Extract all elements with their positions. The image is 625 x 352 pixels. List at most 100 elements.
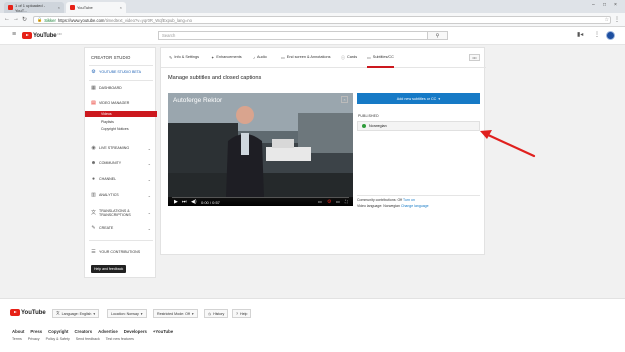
notifications-icon[interactable]: ⋮ [594,31,600,38]
published-heading: PUBLISHED [358,114,379,118]
progress-bar[interactable] [172,197,349,198]
language-button[interactable]: 文 Language: English ▾ [52,309,100,318]
sidebar-subitem-videos[interactable]: Videos [85,111,157,117]
footer-link-policy[interactable]: Policy & Safety [46,337,70,341]
end-screen-icon: ▭ [281,55,285,60]
close-tab-icon[interactable]: × [120,5,122,10]
community-label: Community contributions: Off [357,198,403,202]
search-button[interactable]: ⚲ [428,31,448,40]
chevron-down-icon: ▾ [140,311,143,316]
sidebar-subitem-playlists[interactable]: Playlists [85,119,157,125]
footer-link-terms[interactable]: Terms [12,337,22,341]
settings-icon[interactable]: ⚙ [327,199,331,205]
add-subtitles-button[interactable]: Add new subtitles or CC ▾ [357,93,480,104]
close-tab-icon[interactable]: × [58,5,60,10]
url-text: https://www.youtube.com/timedtext_video?… [58,18,192,23]
maximize-icon[interactable]: □ [603,2,606,8]
video-language-label: Video language: Norwegian [357,204,400,208]
tab-audio[interactable]: ♪ Audio [253,55,267,68]
subtitle-language-row[interactable]: Norwegian [357,121,480,131]
sidebar-item-dashboard[interactable]: ▦ DASHBOARD [85,83,157,93]
sidebar-item-label: YOUTUBE STUDIO BETA [99,70,142,74]
secure-label: Sikker [44,17,56,23]
play-icon[interactable]: ▶ [174,199,178,205]
tab-cards[interactable]: ⓘ Cards [341,55,357,68]
footer-link-copyright[interactable]: Copyright [48,329,68,334]
footer-link-privacy[interactable]: Privacy [28,337,40,341]
tab-label: Audio [257,55,267,59]
browser-tab-title: 1 of 1 uploaded - YouT... [15,2,46,13]
youtube-play-icon [10,309,20,316]
video-language: Video language: Norwegian Change languag… [357,204,429,208]
chevron-down-icon: ⌄ [147,192,151,198]
sidebar-item-label: TRANSLATIONS & TRANSCRIPTIONS [99,208,131,218]
tab-info-settings[interactable]: ✎ Info & Settings [169,55,199,68]
help-feedback-button[interactable]: Help and feedback [91,265,127,273]
channel-icon: ● [91,176,96,182]
search-input[interactable]: Search [158,31,428,40]
footer-link-advertise[interactable]: Advertise [98,329,118,334]
change-language-link[interactable]: Change language [401,204,429,208]
sidebar-item-video-manager[interactable]: ▤ VIDEO MANAGER [85,98,157,108]
hamburger-menu-icon[interactable]: ≡ [12,31,16,38]
avatar[interactable] [606,31,615,40]
browser-tab-upload[interactable]: 1 of 1 uploaded - YouT... × [4,2,64,13]
footer-link-creators[interactable]: Creators [74,329,92,334]
footer-link-press[interactable]: Press [30,329,42,334]
sidebar-item-translations[interactable]: 文 TRANSLATIONS & TRANSCRIPTIONS ⌄ [85,206,157,220]
sidebar-item-analytics[interactable]: ▥ ANALYTICS ⌄ [85,190,157,200]
volume-icon[interactable]: ◀) [191,199,197,205]
chevron-down-icon: ⌄ [147,209,151,215]
player-close-icon[interactable]: × [341,96,348,103]
sidebar-item-community[interactable]: ☻ COMMUNITY ⌄ [85,158,157,168]
youtube-play-icon [22,32,32,39]
bookmark-star-icon[interactable]: ☆ [605,17,609,23]
video-player[interactable]: Autoferge Rektor × ▶ ⏭ ◀) 0:00 / 0:57 ▭ … [168,93,353,206]
tab-label: Cards [347,55,358,59]
captions-icon[interactable]: ▭ [318,199,322,204]
browser-menu-icon[interactable]: ⋮ [614,16,620,23]
location-button[interactable]: Location: Norway ▾ [107,309,147,318]
turn-on-link[interactable]: Turn on [403,198,415,202]
footer-link-developers[interactable]: Developers [124,329,147,334]
location-label: Location: Norway [111,311,139,316]
sidebar-item-create[interactable]: ✎ CREATE ⌄ [85,223,157,233]
tab-label: Subtitles/CC [372,55,394,59]
tab-end-screen[interactable]: ▭ End screen & Annotations [281,55,330,68]
next-icon[interactable]: ⏭ [182,199,187,205]
sidebar-item-studio-beta[interactable]: ⚙ YOUTUBE STUDIO BETA [85,67,157,77]
footer-link-plus-youtube[interactable]: +YouTube [153,329,173,334]
tab-subtitles-cc[interactable]: ▭ Subtitles/CC [367,55,394,68]
fullscreen-icon[interactable]: ⛶ [345,199,348,204]
sidebar-subitem-copyright[interactable]: Copyright Notices [85,126,157,132]
sidebar-item-live-streaming[interactable]: ◉ LIVE STREAMING ⌄ [85,143,157,153]
restricted-mode-button[interactable]: Restricted Mode: Off ▾ [153,309,198,318]
more-options-button[interactable]: ••• [469,54,480,61]
address-bar[interactable]: 🔒 Sikker https://www.youtube.com/timedte… [33,16,611,24]
browser-tab-youtube[interactable]: YouTube × [66,2,126,13]
sidebar-item-channel[interactable]: ● CHANNEL ⌄ [85,174,157,184]
magic-wand-icon: ✦ [211,55,215,60]
community-contributions: Community contributions: Off Turn on [357,198,415,202]
footer-logo-text: YouTube [21,309,46,316]
footer-link-test-features[interactable]: Test new features [106,337,134,341]
sidebar-item-contributions[interactable]: ☰ YOUR CONTRIBUTIONS [85,247,157,257]
youtube-logo[interactable]: YouTube NO [22,32,62,39]
upload-video-icon[interactable]: ▮◂ [577,31,583,38]
minimize-icon[interactable]: – [592,2,595,8]
help-button[interactable]: ? Help [232,309,252,318]
forward-icon[interactable]: → [13,16,19,22]
theater-icon[interactable]: ▭ [336,199,340,204]
reload-icon[interactable]: ↻ [22,16,27,23]
help-label: Help [240,311,248,316]
window-close-icon[interactable]: × [614,2,617,8]
sidebar-item-label: VIDEO MANAGER [99,101,130,105]
footer-link-about[interactable]: About [12,329,24,334]
footer-link-feedback[interactable]: Send feedback [76,337,100,341]
back-icon[interactable]: ← [4,16,10,22]
chevron-down-icon: ▾ [191,311,194,316]
browser-toolbar: ← → ↻ 🔒 Sikker https://www.youtube.com/t… [0,13,625,27]
history-button[interactable]: ◷ History [204,309,229,318]
footer-logo[interactable]: YouTube [10,309,46,316]
tab-enhancements[interactable]: ✦ Enhancements [211,55,242,68]
